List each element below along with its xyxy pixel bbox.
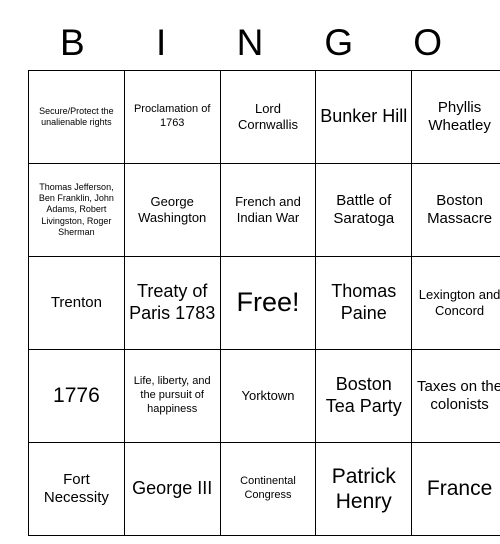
bingo-row: Secure/Protect the unalienable rights Pr… — [28, 70, 500, 164]
bingo-cell-label: Battle of Saratoga — [333, 192, 395, 227]
bingo-cell[interactable]: Lord Cornwallis — [219, 70, 317, 164]
bingo-cell-label: Boston Tea Party — [325, 374, 402, 416]
bingo-cell[interactable]: Proclamation of 1763 — [123, 70, 221, 164]
bingo-cell[interactable]: Bunker Hill — [315, 70, 413, 164]
bingo-cell[interactable]: Trenton — [28, 256, 125, 350]
bingo-cell[interactable]: France — [411, 442, 500, 536]
bingo-cell[interactable]: Yorktown — [219, 349, 317, 443]
bingo-cell-label: Lexington and Concord — [418, 287, 500, 318]
bingo-cell[interactable]: George III — [123, 442, 221, 536]
bingo-cell-label: Yorktown — [241, 388, 295, 404]
bingo-card: B I N G O Secure/Protect the unalienable… — [28, 14, 500, 536]
bingo-header-row: B I N G O — [28, 14, 472, 70]
bingo-cell-label: Thomas Paine — [331, 281, 397, 323]
bingo-cell-label: Proclamation of 1763 — [133, 103, 211, 129]
bingo-cell-free[interactable]: Free! — [219, 256, 317, 350]
bingo-free-label: Free! — [236, 287, 300, 318]
bingo-cell-label: French and Indian War — [235, 194, 301, 225]
bingo-row: 1776 Life, liberty, and the pursuit of h… — [28, 349, 500, 443]
bingo-cell-label: Lord Cornwallis — [238, 101, 298, 132]
bingo-cell[interactable]: Continental Congress — [219, 442, 317, 536]
bingo-cell[interactable]: French and Indian War — [219, 163, 317, 257]
bingo-cell[interactable]: Thomas Paine — [315, 256, 413, 350]
bingo-row: Trenton Treaty of Paris 1783 Free! Thoma… — [28, 256, 500, 350]
bingo-cell-label: Bunker Hill — [320, 106, 408, 127]
bingo-cell[interactable]: Phyllis Wheatley — [411, 70, 500, 164]
bingo-cell-label: 1776 — [53, 384, 100, 408]
bingo-row: Thomas Jefferson, Ben Franklin, John Ada… — [28, 163, 500, 257]
bingo-header-letter-b: B — [60, 21, 85, 63]
bingo-cell[interactable]: Patrick Henry — [315, 442, 413, 536]
bingo-cell[interactable]: Taxes on the colonists — [411, 349, 500, 443]
bingo-cell-label: Continental Congress — [240, 475, 296, 501]
bingo-cell[interactable]: Life, liberty, and the pursuit of happin… — [123, 349, 221, 443]
bingo-cell[interactable]: Boston Tea Party — [315, 349, 413, 443]
bingo-cell-label: Thomas Jefferson, Ben Franklin, John Ada… — [38, 181, 114, 237]
bingo-cell[interactable]: Fort Necessity — [28, 442, 125, 536]
bingo-cell[interactable]: Boston Massacre — [411, 163, 500, 257]
bingo-cell[interactable]: Secure/Protect the unalienable rights — [28, 70, 125, 164]
bingo-cell[interactable]: Battle of Saratoga — [315, 163, 413, 257]
bingo-cell[interactable]: Lexington and Concord — [411, 256, 500, 350]
bingo-cell-label: Treaty of Paris 1783 — [129, 281, 216, 323]
bingo-cell-label: Secure/Protect the unalienable rights — [39, 105, 114, 127]
bingo-cell-label: George III — [132, 478, 213, 499]
bingo-header-letter-i: I — [156, 21, 167, 63]
bingo-header-letter-n: N — [236, 21, 264, 63]
bingo-cell[interactable]: 1776 — [28, 349, 125, 443]
bingo-cell-label: George Washington — [138, 194, 207, 225]
bingo-cell-label: Phyllis Wheatley — [428, 99, 491, 134]
bingo-cell-label: France — [426, 477, 493, 501]
bingo-row: Fort Necessity George III Continental Co… — [28, 442, 500, 536]
bingo-cell-label: Boston Massacre — [427, 192, 493, 227]
bingo-header-letter-o: O — [413, 21, 442, 63]
bingo-cell-label: Fort Necessity — [43, 471, 109, 506]
bingo-cell[interactable]: Thomas Jefferson, Ben Franklin, John Ada… — [28, 163, 125, 257]
bingo-cell[interactable]: George Washington — [123, 163, 221, 257]
bingo-cell-label: Life, liberty, and the pursuit of happin… — [133, 375, 211, 415]
bingo-grid: Secure/Protect the unalienable rights Pr… — [28, 70, 500, 536]
bingo-header-letter-g: G — [324, 21, 354, 63]
bingo-cell-label: Taxes on the colonists — [417, 378, 500, 413]
bingo-cell-label: Trenton — [50, 294, 102, 311]
bingo-cell-label: Patrick Henry — [331, 464, 396, 513]
bingo-cell[interactable]: Treaty of Paris 1783 — [123, 256, 221, 350]
